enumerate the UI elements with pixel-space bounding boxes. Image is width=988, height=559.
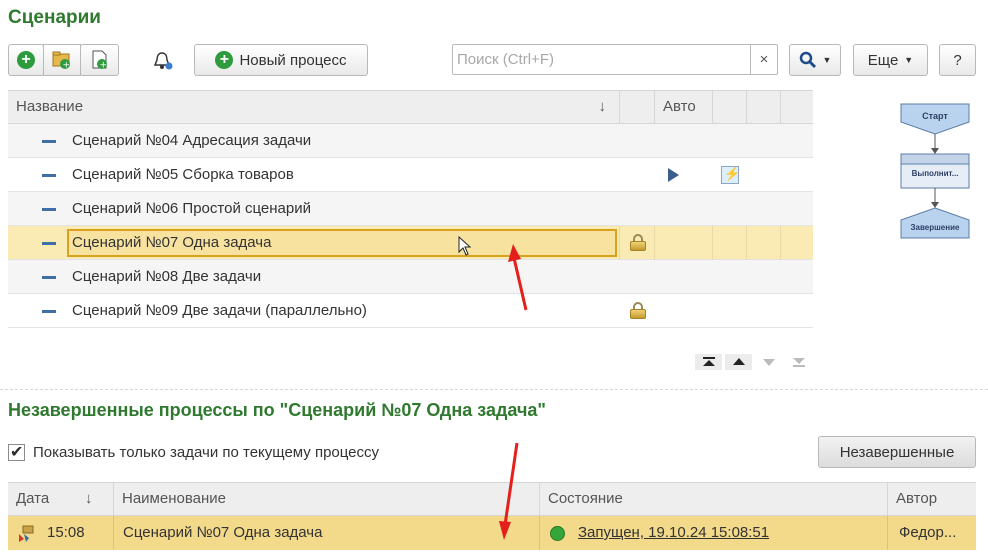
- lock-icon: [630, 302, 646, 319]
- search-input[interactable]: [453, 45, 748, 74]
- down-icon: [762, 359, 775, 366]
- scenario-name: Сценарий №07 Одна задача: [72, 234, 272, 251]
- page-title: Сценарии: [8, 7, 101, 28]
- column-date[interactable]: Дата ↓: [8, 483, 113, 516]
- move-up-button[interactable]: [725, 354, 752, 370]
- column-extra-3[interactable]: [780, 91, 813, 124]
- process-name: Сценарий №07 Одна задача: [123, 524, 323, 541]
- add-folder-button[interactable]: +: [43, 44, 81, 76]
- new-process-label: Новый процесс: [239, 51, 347, 69]
- process-author: Федор...: [899, 524, 957, 541]
- scenarios-table: Название ↓ Авто Сценарий №04 Адресация з…: [8, 90, 813, 328]
- scenario-icon: [42, 140, 56, 143]
- processes-title: Незавершенные процессы по "Сценарий №07 …: [8, 400, 546, 420]
- process-state-link[interactable]: Запущен, 19.10.24 15:08:51: [578, 516, 769, 550]
- table-row-selected[interactable]: Сценарий №07 Одна задача: [8, 226, 813, 260]
- add-copy-icon: +: [92, 50, 107, 71]
- more-label: Еще: [867, 51, 899, 69]
- lock-icon: [630, 234, 646, 251]
- process-time: 15:08: [47, 524, 85, 541]
- svg-text:+: +: [63, 61, 71, 70]
- search-field[interactable]: ×: [452, 44, 778, 75]
- chevron-down-icon: ▼: [822, 55, 832, 65]
- scenario-name: Сценарий №06 Простой сценарий: [72, 200, 311, 217]
- bell-icon[interactable]: [152, 50, 174, 76]
- column-extra-1[interactable]: [712, 91, 746, 124]
- scenario-name: Сценарий №09 Две задачи (параллельно): [72, 302, 367, 319]
- clear-search-button[interactable]: ×: [750, 45, 777, 74]
- table-header: Дата ↓ Наименование Состояние Автор: [8, 482, 976, 516]
- sort-indicator: ↓: [598, 98, 607, 115]
- scenario-icon: [42, 208, 56, 211]
- scenario-icon: [42, 242, 56, 245]
- add-icon: +: [17, 51, 35, 69]
- svg-text:+: +: [99, 61, 107, 71]
- first-icon: [702, 357, 715, 366]
- column-extra-2[interactable]: [746, 91, 780, 124]
- table-row[interactable]: Сценарий №09 Две задачи (параллельно): [8, 294, 813, 328]
- scenario-name: Сценарий №04 Адресация задачи: [72, 132, 312, 149]
- table-row[interactable]: Сценарий №08 Две задачи: [8, 260, 813, 294]
- more-button[interactable]: Еще ▼: [853, 44, 928, 76]
- checkbox-label: Показывать только задачи по текущему про…: [33, 444, 380, 461]
- table-row[interactable]: Сценарий №04 Адресация задачи: [8, 124, 813, 158]
- new-process-button[interactable]: + Новый процесс: [194, 44, 368, 76]
- flow-end-label: Завершение: [910, 223, 960, 232]
- search-icon: [799, 51, 816, 69]
- scenario-name: Сценарий №08 Две задачи: [72, 268, 262, 285]
- flow-task-label: Выполнит...: [911, 169, 959, 178]
- move-first-button[interactable]: [695, 354, 722, 370]
- column-name-label: Название: [16, 98, 84, 115]
- last-icon: [792, 358, 805, 367]
- flow-start-label: Старт: [922, 111, 948, 121]
- sort-indicator: ↓: [85, 490, 93, 507]
- scenario-icon: [42, 310, 56, 313]
- help-button[interactable]: ?: [939, 44, 976, 76]
- chevron-down-icon: ▼: [904, 55, 914, 65]
- add-button[interactable]: +: [8, 44, 44, 76]
- column-name[interactable]: Наименование: [113, 483, 539, 516]
- scenario-icon: [42, 174, 56, 177]
- table-row[interactable]: Сценарий №05 Сборка товаров: [8, 158, 813, 192]
- table-row-selected[interactable]: 15:08 Сценарий №07 Одна задача Запущен, …: [8, 516, 976, 550]
- add-folder-icon: +: [52, 51, 71, 70]
- auto-run-icon[interactable]: [721, 166, 740, 184]
- column-name[interactable]: Название ↓: [8, 91, 620, 124]
- move-down-button[interactable]: [755, 354, 782, 370]
- processes-table: Дата ↓ Наименование Состояние Автор 15:0…: [8, 482, 976, 550]
- unfinished-filter-button[interactable]: Незавершенные: [818, 436, 976, 468]
- table-row[interactable]: Сценарий №06 Простой сценарий: [8, 192, 813, 226]
- process-icon: [19, 525, 34, 542]
- add-icon: +: [215, 51, 234, 69]
- search-button[interactable]: ▼: [789, 44, 841, 76]
- column-author[interactable]: Автор: [887, 483, 976, 516]
- scenario-icon: [42, 276, 56, 279]
- column-state[interactable]: Состояние: [539, 483, 887, 516]
- copy-button[interactable]: +: [80, 44, 119, 76]
- status-running-icon: [550, 526, 565, 541]
- column-date-label: Дата: [16, 490, 50, 507]
- play-icon[interactable]: [668, 168, 679, 182]
- column-lock[interactable]: [619, 91, 654, 124]
- column-auto[interactable]: Авто: [654, 91, 712, 124]
- scenario-name: Сценарий №05 Сборка товаров: [72, 166, 294, 183]
- up-icon: [732, 358, 745, 365]
- section-divider: [0, 389, 988, 390]
- current-process-checkbox[interactable]: [8, 442, 25, 462]
- mouse-cursor-icon: [458, 236, 472, 256]
- table-header: Название ↓ Авто: [8, 90, 813, 124]
- move-last-button[interactable]: [785, 354, 812, 370]
